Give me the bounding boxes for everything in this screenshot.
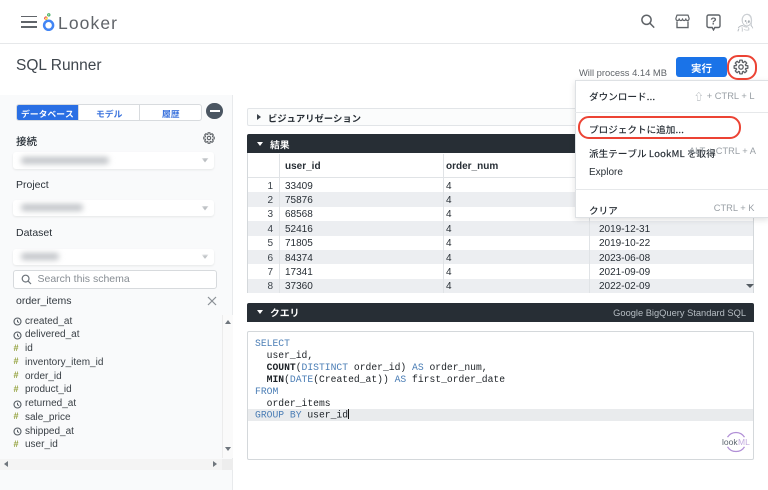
svg-text:?: ? xyxy=(710,16,716,28)
svg-text:look: look xyxy=(722,437,738,447)
svg-text:ML: ML xyxy=(738,437,750,447)
